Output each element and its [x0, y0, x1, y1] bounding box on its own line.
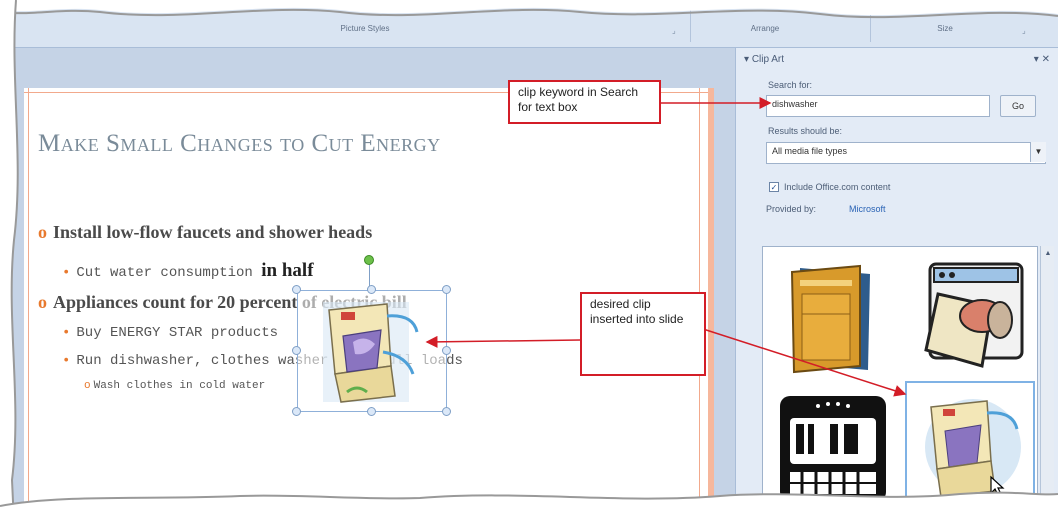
- bullet-marker-icon: o: [38, 292, 47, 312]
- bullet-marker-icon: •: [62, 325, 71, 341]
- screenshot-root: Picture Styles ⌟ Arrange Size ⌟ Make Sma…: [0, 0, 1058, 523]
- search-input[interactable]: dishwasher: [766, 95, 990, 117]
- search-label: Search for:: [768, 80, 813, 90]
- ribbon-separator: [690, 10, 691, 42]
- scroll-up-icon[interactable]: ▲: [1041, 250, 1055, 257]
- callout-keyword: clip keyword in Search for text box: [508, 80, 661, 124]
- provider-link[interactable]: Microsoft: [849, 204, 886, 214]
- pane-menu-icon[interactable]: ▾: [1034, 54, 1039, 65]
- clip-result-3[interactable]: [771, 387, 893, 509]
- resize-handle[interactable]: [367, 407, 376, 416]
- bullet-2a[interactable]: • Buy ENERGY STAR products: [62, 325, 278, 341]
- provided-by-label: Provided by:: [766, 204, 817, 214]
- bullet-text: Wash clothes in cold water: [93, 380, 266, 392]
- clip-result-1[interactable]: [771, 253, 893, 375]
- resize-handle[interactable]: [292, 346, 301, 355]
- clip-results-grid: [762, 246, 1038, 523]
- bullet-text: Buy ENERGY STAR products: [76, 325, 279, 341]
- bullet-1a[interactable]: • Cut water consumption in half: [62, 260, 314, 282]
- ribbon-separator: [870, 10, 871, 42]
- pane-header: ▾ Clip Art: [744, 54, 784, 65]
- clip-result-2[interactable]: [911, 253, 1033, 375]
- media-type-select[interactable]: All media file types: [766, 142, 1046, 164]
- dialog-launcher-icon[interactable]: ⌟: [1022, 26, 1026, 35]
- inserted-clip[interactable]: [292, 255, 451, 416]
- resize-handle[interactable]: [442, 346, 451, 355]
- resize-handle[interactable]: [292, 285, 301, 294]
- include-office-checkbox[interactable]: ✓: [769, 182, 779, 192]
- results-scrollbar[interactable]: ▲: [1040, 246, 1054, 523]
- dishwasher-clip-gold-icon: [790, 264, 870, 374]
- close-icon[interactable]: ✕: [1042, 54, 1050, 65]
- bullet-text: Cut water consumption: [76, 265, 262, 281]
- ribbon: Picture Styles ⌟ Arrange Size ⌟: [0, 0, 1058, 48]
- pane-options-icon[interactable]: ▾: [744, 54, 752, 65]
- ribbon-group-arrange: Arrange: [750, 24, 780, 33]
- rotation-handle[interactable]: [364, 255, 374, 265]
- clip-result-4-selected[interactable]: [905, 381, 1035, 511]
- resize-handle[interactable]: [292, 407, 301, 416]
- bullet-1[interactable]: o Install low-flow faucets and shower hea…: [38, 222, 372, 243]
- bullet-bold-text: in half: [261, 260, 314, 281]
- dishwasher-clip-selected-icon: [925, 399, 1021, 498]
- pane-title: Clip Art: [751, 54, 785, 65]
- mouse-pointer-icon: [990, 475, 1005, 496]
- slide-title[interactable]: Make Small Changes to Cut Energy: [38, 130, 441, 158]
- bullet-marker-icon: o: [38, 222, 47, 242]
- ribbon-group-picture-styles: Picture Styles: [340, 24, 390, 33]
- pane-controls: ▾ ✕: [1034, 54, 1050, 65]
- kitchen-symbol-clip-icon: [780, 396, 886, 502]
- dishwasher-clip-icon: [323, 302, 419, 403]
- dropdown-arrow-icon[interactable]: ▼: [1030, 142, 1046, 162]
- bullet-marker-icon: •: [62, 353, 71, 369]
- resize-handle[interactable]: [442, 407, 451, 416]
- bullet-2b1[interactable]: o Wash clothes in cold water: [84, 380, 265, 392]
- slide-border-line: [28, 88, 29, 523]
- results-label: Results should be:: [768, 126, 843, 136]
- dialog-launcher-icon[interactable]: ⌟: [672, 26, 676, 35]
- bullet-text: Install low-flow faucets and shower head…: [53, 222, 373, 242]
- bullet-marker-icon: •: [62, 265, 71, 281]
- resize-handle[interactable]: [442, 285, 451, 294]
- resize-handle[interactable]: [367, 285, 376, 294]
- go-button[interactable]: Go: [1000, 95, 1036, 117]
- callout-desired-clip: desired clip inserted into slide: [580, 292, 706, 376]
- include-office-label: Include Office.com content: [784, 182, 891, 192]
- ribbon-group-size: Size: [937, 24, 953, 33]
- dishwasher-clip-open-icon: [924, 262, 1024, 368]
- bullet-marker-icon: o: [84, 380, 91, 392]
